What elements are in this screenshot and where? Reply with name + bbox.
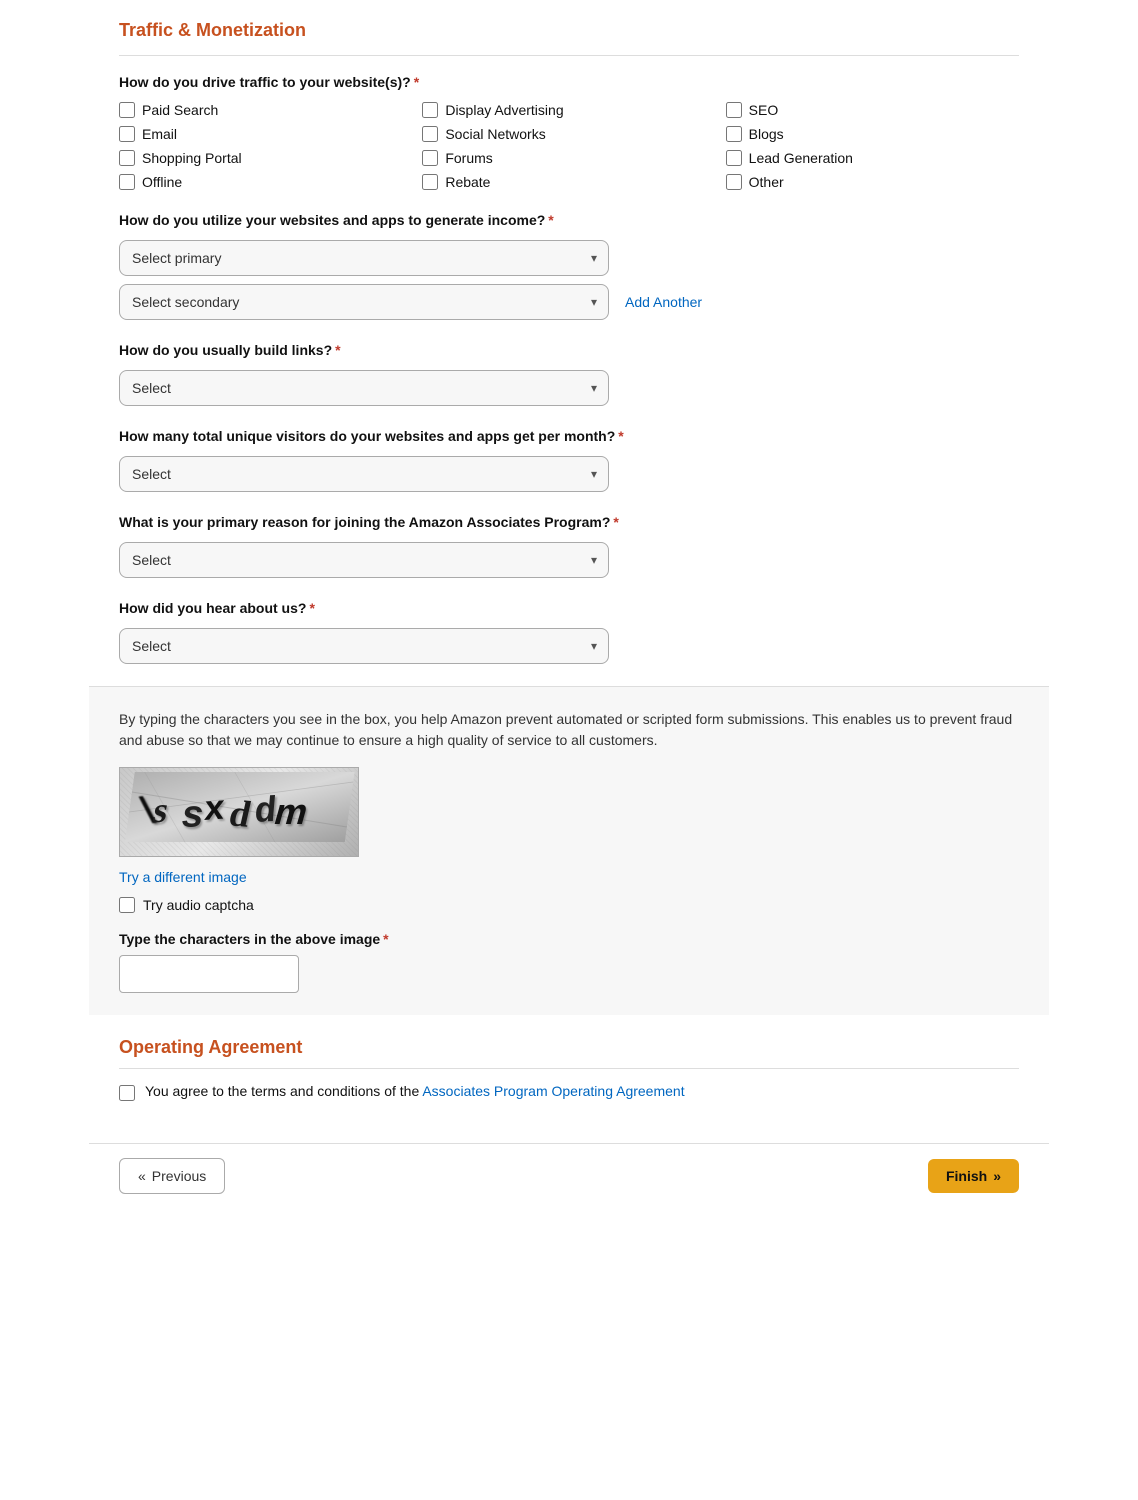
section-title: Traffic & Monetization xyxy=(119,20,1019,41)
checkbox-social-networks-input[interactable] xyxy=(422,126,438,142)
checkbox-offline[interactable]: Offline xyxy=(119,174,412,190)
hear-about-select-wrapper: Select Search Engine Friend/Colleague Am… xyxy=(119,628,609,664)
operating-agreement-title: Operating Agreement xyxy=(119,1037,1019,1058)
checkbox-shopping-portal[interactable]: Shopping Portal xyxy=(119,150,412,166)
checkbox-email[interactable]: Email xyxy=(119,126,412,142)
finish-label: Finish xyxy=(946,1168,987,1184)
checkbox-blogs[interactable]: Blogs xyxy=(726,126,1019,142)
operating-divider xyxy=(119,1068,1019,1069)
checkbox-seo[interactable]: SEO xyxy=(726,102,1019,118)
required-star-join: * xyxy=(613,514,618,530)
checkbox-shopping-portal-input[interactable] xyxy=(119,150,135,166)
previous-button[interactable]: « Previous xyxy=(119,1158,225,1194)
checkbox-rebate[interactable]: Rebate xyxy=(422,174,715,190)
audio-captcha-checkbox[interactable] xyxy=(119,897,135,913)
required-star-visitors: * xyxy=(618,428,623,444)
checkbox-blogs-label: Blogs xyxy=(749,126,784,142)
checkbox-lead-generation-input[interactable] xyxy=(726,150,742,166)
join-reason-select[interactable]: Select Earn commissions from qualified p… xyxy=(119,542,609,578)
hear-about-select[interactable]: Select Search Engine Friend/Colleague Am… xyxy=(119,628,609,664)
checkbox-display-advertising-input[interactable] xyxy=(422,102,438,118)
checkbox-other[interactable]: Other xyxy=(726,174,1019,190)
checkbox-social-networks-label: Social Networks xyxy=(445,126,545,142)
checkbox-display-advertising-label: Display Advertising xyxy=(445,102,563,118)
income-primary-select-wrapper: Select primary Affiliate Marketing Conte… xyxy=(119,240,609,276)
hear-about-block: How did you hear about us?* Select Searc… xyxy=(119,600,1019,664)
checkbox-lead-generation-label: Lead Generation xyxy=(749,150,853,166)
agreement-row: You agree to the terms and conditions of… xyxy=(119,1083,1019,1101)
agreement-link[interactable]: Associates Program Operating Agreement xyxy=(422,1083,684,1099)
checkbox-social-networks[interactable]: Social Networks xyxy=(422,126,715,142)
captcha-svg: \ s s x d d m xyxy=(125,772,355,842)
checkbox-rebate-label: Rebate xyxy=(445,174,490,190)
checkbox-seo-input[interactable] xyxy=(726,102,742,118)
finish-button[interactable]: Finish » xyxy=(928,1159,1019,1193)
required-star-hear: * xyxy=(309,600,314,616)
income-secondary-select-wrapper: Select secondary Affiliate Marketing Con… xyxy=(119,284,609,320)
captcha-input[interactable] xyxy=(119,955,299,993)
traffic-block: How do you drive traffic to your website… xyxy=(119,74,1019,190)
income-block: How do you utilize your websites and app… xyxy=(119,212,1019,320)
audio-captcha-row: Try audio captcha xyxy=(119,897,1019,913)
build-links-select-wrapper: Select Text Links Banner/Image Links Wid… xyxy=(119,370,609,406)
checkbox-paid-search[interactable]: Paid Search xyxy=(119,102,412,118)
build-links-select[interactable]: Select Text Links Banner/Image Links Wid… xyxy=(119,370,609,406)
visitors-block: How many total unique visitors do your w… xyxy=(119,428,1019,492)
checkbox-forums-input[interactable] xyxy=(422,150,438,166)
agreement-text: You agree to the terms and conditions of… xyxy=(145,1083,685,1099)
captcha-input-label: Type the characters in the above image* xyxy=(119,931,1019,947)
join-reason-block: What is your primary reason for joining … xyxy=(119,514,1019,578)
agreement-checkbox[interactable] xyxy=(119,1085,135,1101)
checkbox-forums[interactable]: Forums xyxy=(422,150,715,166)
operating-agreement-section: Operating Agreement You agree to the ter… xyxy=(89,1015,1049,1123)
checkbox-email-input[interactable] xyxy=(119,126,135,142)
checkbox-paid-search-input[interactable] xyxy=(119,102,135,118)
visitors-select[interactable]: Select 0-500 501-10,000 10,001-100,000 1… xyxy=(119,456,609,492)
add-another-link[interactable]: Add Another xyxy=(625,294,702,310)
checkbox-email-label: Email xyxy=(142,126,177,142)
income-secondary-select[interactable]: Select secondary Affiliate Marketing Con… xyxy=(119,284,609,320)
section-divider xyxy=(119,55,1019,56)
required-star-income: * xyxy=(548,212,553,228)
checkbox-forums-label: Forums xyxy=(445,150,492,166)
checkbox-offline-input[interactable] xyxy=(119,174,135,190)
traffic-question-label: How do you drive traffic to your website… xyxy=(119,74,1019,90)
checkbox-blogs-input[interactable] xyxy=(726,126,742,142)
captcha-image: \ s s x d d m xyxy=(119,767,359,857)
required-star-traffic: * xyxy=(414,74,419,90)
checkbox-other-input[interactable] xyxy=(726,174,742,190)
previous-icon: « xyxy=(138,1168,146,1184)
checkbox-paid-search-label: Paid Search xyxy=(142,102,218,118)
previous-label: Previous xyxy=(152,1168,206,1184)
checkbox-lead-generation[interactable]: Lead Generation xyxy=(726,150,1019,166)
checkbox-rebate-input[interactable] xyxy=(422,174,438,190)
checkbox-offline-label: Offline xyxy=(142,174,182,190)
checkbox-other-label: Other xyxy=(749,174,784,190)
svg-text:x: x xyxy=(203,787,229,827)
checkbox-shopping-portal-label: Shopping Portal xyxy=(142,150,242,166)
income-question-label: How do you utilize your websites and app… xyxy=(119,212,1019,228)
visitors-question-label: How many total unique visitors do your w… xyxy=(119,428,1019,444)
try-different-image-link[interactable]: Try a different image xyxy=(119,869,247,885)
traffic-options-grid: Paid Search Display Advertising SEO Emai… xyxy=(119,102,1019,190)
build-links-block: How do you usually build links?* Select … xyxy=(119,342,1019,406)
required-star-links: * xyxy=(335,342,340,358)
checkbox-display-advertising[interactable]: Display Advertising xyxy=(422,102,715,118)
audio-captcha-label: Try audio captcha xyxy=(143,897,254,913)
visitors-select-wrapper: Select 0-500 501-10,000 10,001-100,000 1… xyxy=(119,456,609,492)
income-primary-select[interactable]: Select primary Affiliate Marketing Conte… xyxy=(119,240,609,276)
footer-bar: « Previous Finish » xyxy=(89,1143,1049,1208)
join-reason-select-wrapper: Select Earn commissions from qualified p… xyxy=(119,542,609,578)
checkbox-seo-label: SEO xyxy=(749,102,779,118)
required-star-captcha: * xyxy=(383,931,388,947)
captcha-section: By typing the characters you see in the … xyxy=(89,686,1049,1015)
build-links-question-label: How do you usually build links?* xyxy=(119,342,1019,358)
finish-icon: » xyxy=(993,1168,1001,1184)
captcha-text: \ s s x d d m xyxy=(123,772,354,853)
captcha-description: By typing the characters you see in the … xyxy=(119,709,1019,751)
hear-about-question-label: How did you hear about us?* xyxy=(119,600,1019,616)
join-reason-question-label: What is your primary reason for joining … xyxy=(119,514,1019,530)
